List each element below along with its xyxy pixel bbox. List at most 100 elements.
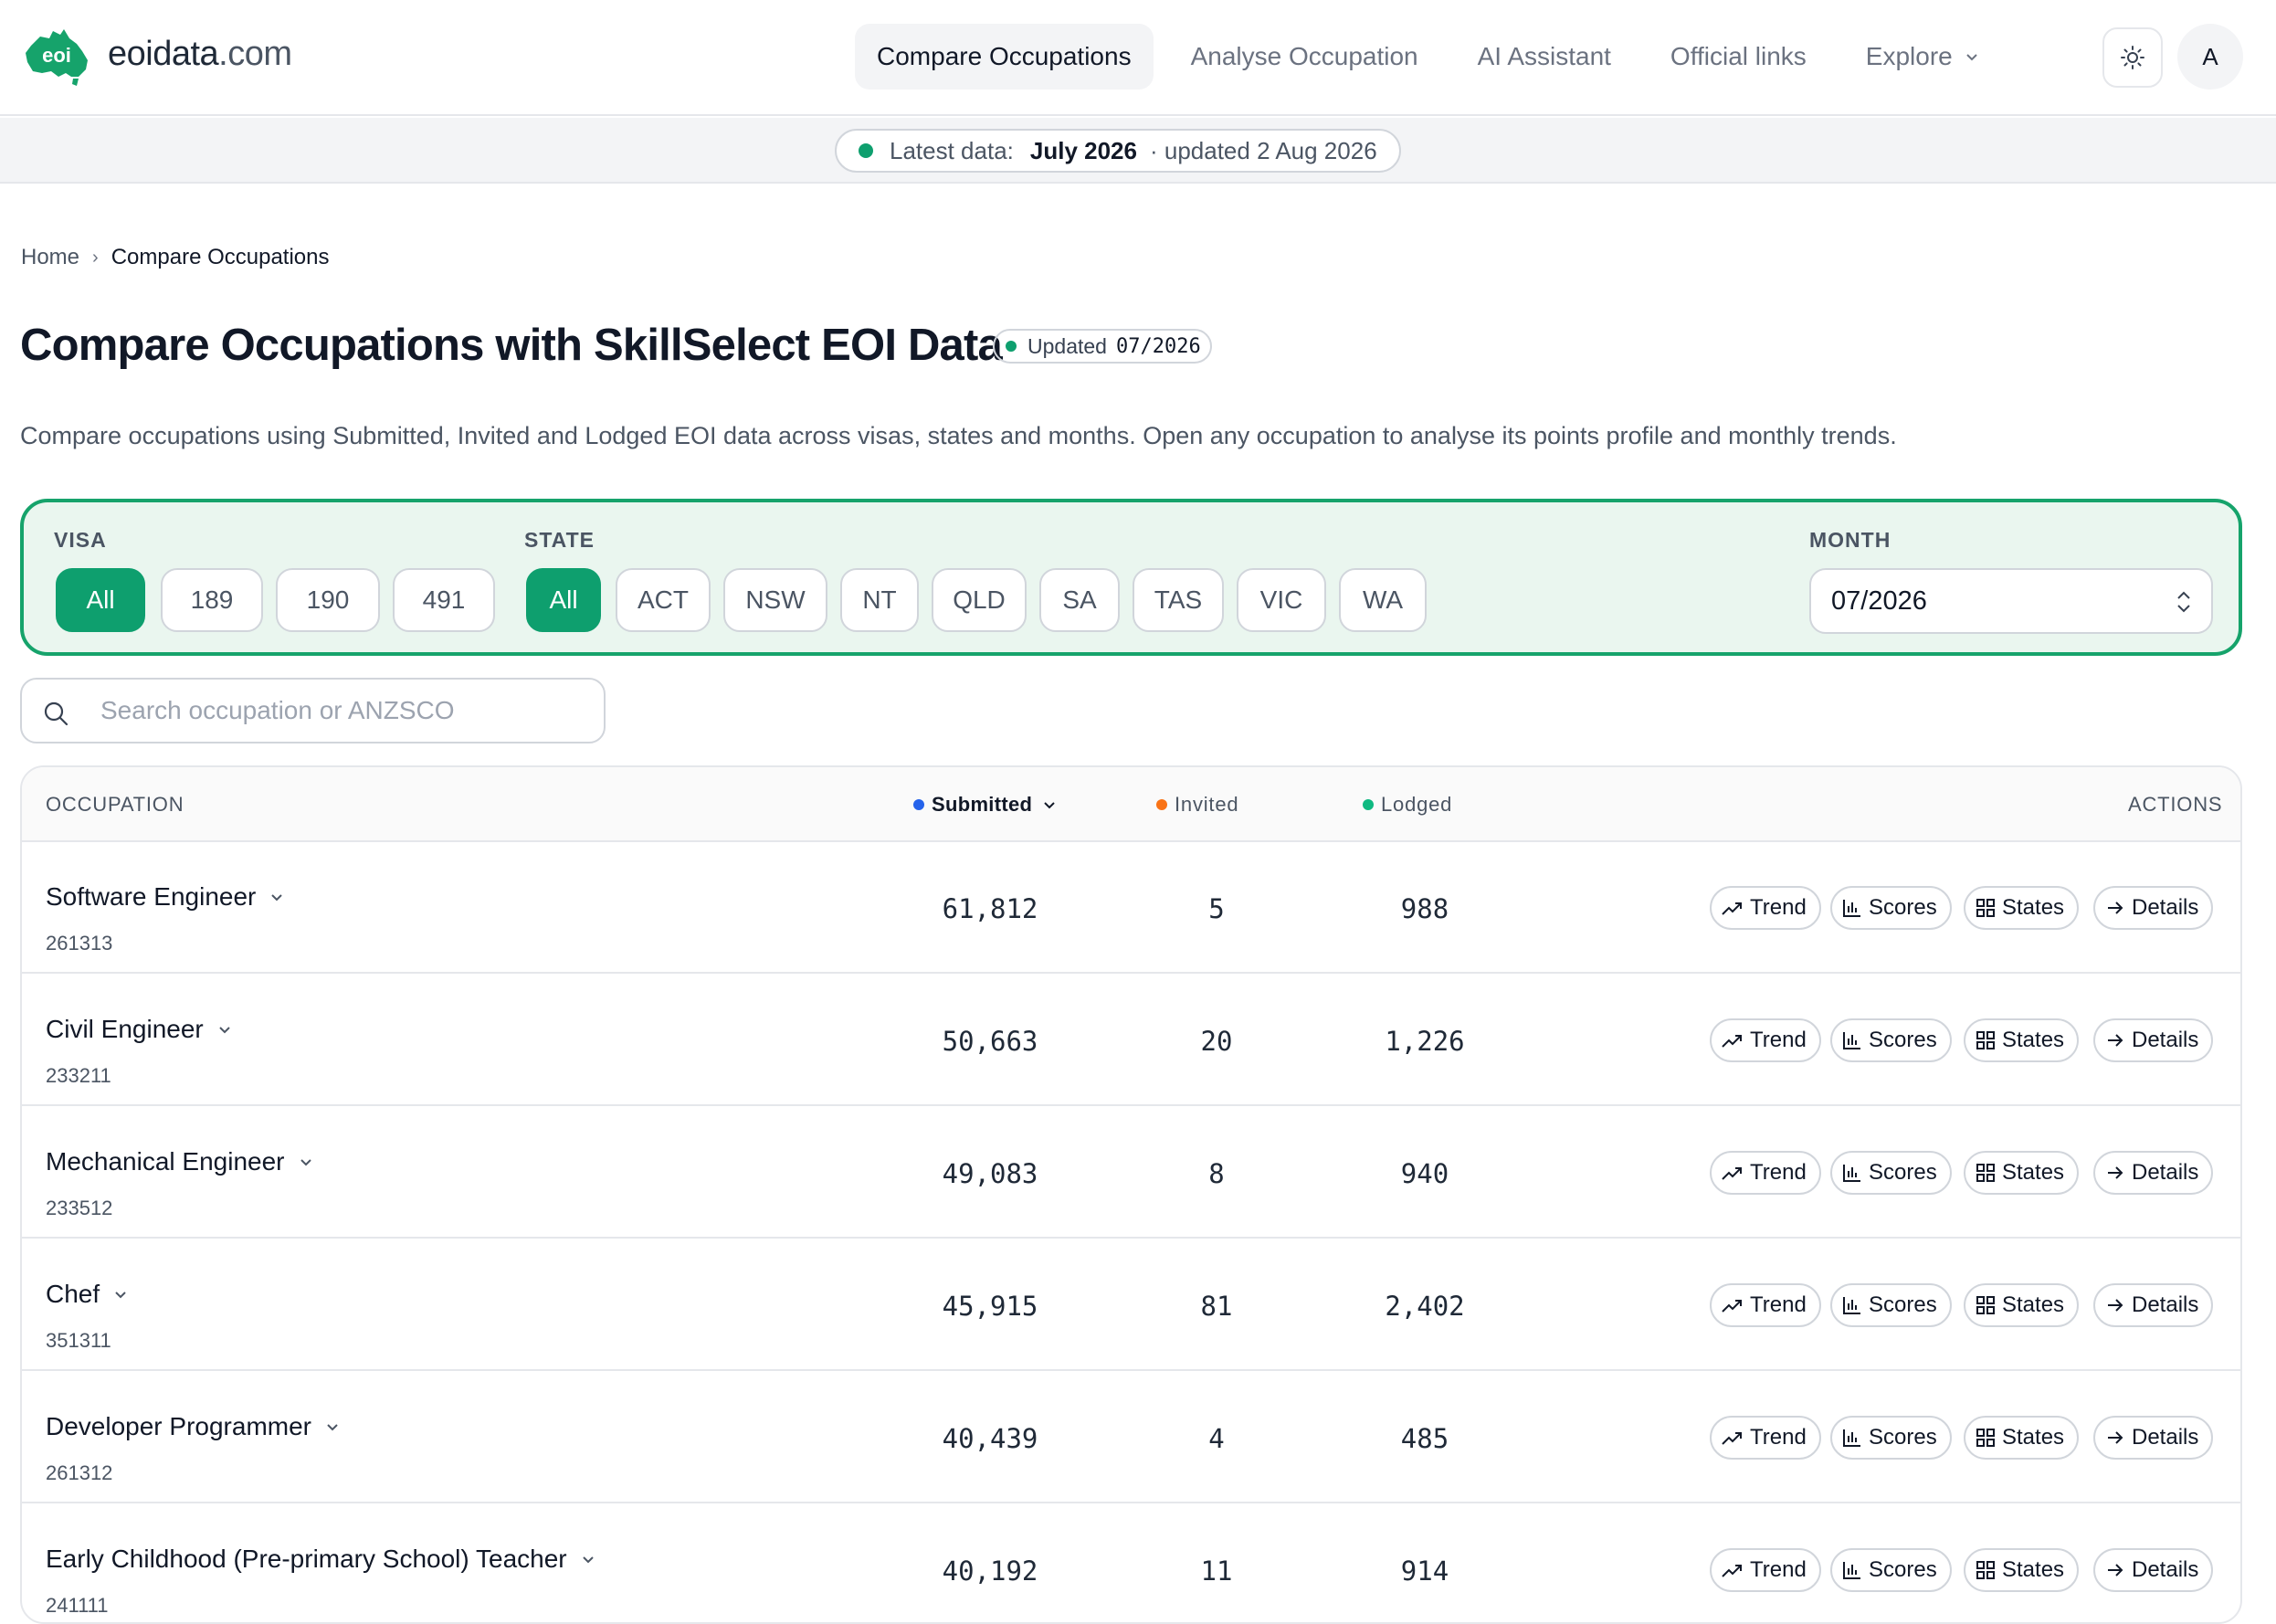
sun-icon [2121,46,2144,69]
scores-button[interactable]: Scores [1830,1151,1952,1195]
states-button[interactable]: States [1964,1416,2080,1460]
lodged-value: 485 [1400,1423,1449,1454]
nav-official-links[interactable]: Official links [1649,24,1828,90]
month-value: 07/2026 [1831,585,1927,616]
visa-chip-all[interactable]: All [56,568,145,632]
header-submitted[interactable]: Submitted [913,793,1058,817]
scores-button[interactable]: Scores [1830,1548,1952,1592]
trending-up-icon [1722,1167,1742,1180]
occupation-table: OCCUPATION Submitted Invited Lodged ACTI… [20,765,2242,1624]
anzsco-code: 261313 [46,932,113,954]
scores-button[interactable]: Scores [1830,886,1952,930]
table-row[interactable]: Developer Programmer 261312 40,439 4 485… [22,1372,2240,1503]
trend-button[interactable]: Trend [1710,1416,1821,1460]
submitted-value: 45,915 [942,1291,1038,1322]
chevron-down-icon [1966,54,1977,61]
details-button[interactable]: Details [2093,1416,2214,1460]
state-chip-vic[interactable]: VIC [1237,568,1326,632]
table-row[interactable]: Software Engineer 261313 61,812 5 988 Tr… [22,842,2240,974]
occupation-name[interactable]: Civil Engineer [46,1015,233,1044]
state-chip-nsw[interactable]: NSW [723,568,827,632]
bar-chart-icon [1843,1562,1860,1579]
occupation-name[interactable]: Developer Programmer [46,1412,341,1441]
visa-chip-190[interactable]: 190 [276,568,380,632]
invited-value: 20 [1200,1026,1233,1057]
header-invited[interactable]: Invited [1156,793,1238,817]
occupation-name[interactable]: Early Childhood (Pre-primary School) Tea… [46,1545,596,1574]
theme-toggle-button[interactable] [2102,27,2163,88]
details-button[interactable]: Details [2093,1151,2214,1195]
scores-button[interactable]: Scores [1830,1018,1952,1062]
status-bar: Latest data: July 2026 · updated 2 Aug 2… [0,118,2276,184]
chevron-down-icon[interactable] [216,1021,233,1038]
trending-up-icon [1722,1565,1742,1577]
nav-compare-occupations[interactable]: Compare Occupations [855,24,1154,90]
occupation-name[interactable]: Chef [46,1280,129,1309]
trend-button[interactable]: Trend [1710,1018,1821,1062]
occupation-name[interactable]: Mechanical Engineer [46,1147,314,1176]
anzsco-code: 233211 [46,1064,111,1087]
nav-ai-assistant[interactable]: AI Assistant [1456,24,1633,90]
filter-panel: VISA All 189 190 491 STATE All ACT NSW N… [20,499,2242,656]
arrow-right-icon [2108,1564,2123,1577]
states-button[interactable]: States [1964,1283,2080,1327]
month-select[interactable]: 07/2026 [1809,568,2213,634]
arrow-right-icon [2108,1166,2123,1179]
trend-button[interactable]: Trend [1710,1151,1821,1195]
lodged-value: 940 [1400,1158,1449,1189]
invited-value: 5 [1208,893,1225,924]
state-chip-all[interactable]: All [526,568,601,632]
trending-up-icon [1722,902,1742,915]
visa-chip-189[interactable]: 189 [161,568,263,632]
trend-button[interactable]: Trend [1710,886,1821,930]
states-button[interactable]: States [1964,1151,2080,1195]
table-row[interactable]: Chef 351311 45,915 81 2,402 Trend Scores… [22,1239,2240,1371]
australia-logo-icon[interactable]: eoi [22,26,93,88]
breadcrumb-home[interactable]: Home [21,245,79,270]
table-row[interactable]: Civil Engineer 233211 50,663 20 1,226 Tr… [22,975,2240,1106]
state-chip-sa[interactable]: SA [1039,568,1120,632]
trend-button[interactable]: Trend [1710,1548,1821,1592]
chevron-down-icon[interactable] [112,1286,129,1302]
state-chip-wa[interactable]: WA [1339,568,1427,632]
details-button[interactable]: Details [2093,1018,2214,1062]
trend-button[interactable]: Trend [1710,1283,1821,1327]
latest-data-label: Latest data: [890,136,1014,164]
invited-dot [1156,799,1167,810]
states-button[interactable]: States [1964,1548,2080,1592]
grid-icon [1976,899,1995,917]
chevron-down-icon[interactable] [580,1551,596,1567]
arrow-right-icon [2108,1431,2123,1444]
details-button[interactable]: Details [2093,886,2214,930]
nav-explore[interactable]: Explore [1844,24,2002,90]
arrow-right-icon [2108,902,2123,914]
state-chip-qld[interactable]: QLD [932,568,1027,632]
updated-value: 07/2026 [1115,334,1201,358]
scores-button[interactable]: Scores [1830,1416,1952,1460]
details-button[interactable]: Details [2093,1283,2214,1327]
table-row[interactable]: Early Childhood (Pre-primary School) Tea… [22,1504,2240,1622]
header-lodged[interactable]: Lodged [1363,793,1452,817]
occupation-name[interactable]: Software Engineer [46,882,285,912]
search-input[interactable] [100,689,594,733]
table-row[interactable]: Mechanical Engineer 233512 49,083 8 940 … [22,1107,2240,1239]
chevron-down-icon[interactable] [269,889,285,905]
state-chip-act[interactable]: ACT [616,568,711,632]
anzsco-code: 233512 [46,1197,113,1219]
state-chip-nt[interactable]: NT [840,568,919,632]
submitted-value: 61,812 [942,893,1038,924]
details-button[interactable]: Details [2093,1548,2214,1592]
states-button[interactable]: States [1964,886,2080,930]
state-label: STATE [524,528,595,552]
user-avatar[interactable]: A [2177,24,2243,90]
submitted-value: 40,439 [942,1423,1038,1454]
chevron-down-icon[interactable] [298,1154,314,1170]
states-button[interactable]: States [1964,1018,2080,1062]
scores-button[interactable]: Scores [1830,1283,1952,1327]
state-chip-tas[interactable]: TAS [1133,568,1224,632]
nav-analyse-occupation[interactable]: Analyse Occupation [1169,24,1440,90]
visa-chip-491[interactable]: 491 [393,568,495,632]
lodged-value: 914 [1400,1555,1449,1587]
chevron-down-icon[interactable] [324,1418,341,1435]
brand-name[interactable]: eoidata.com [108,35,292,74]
